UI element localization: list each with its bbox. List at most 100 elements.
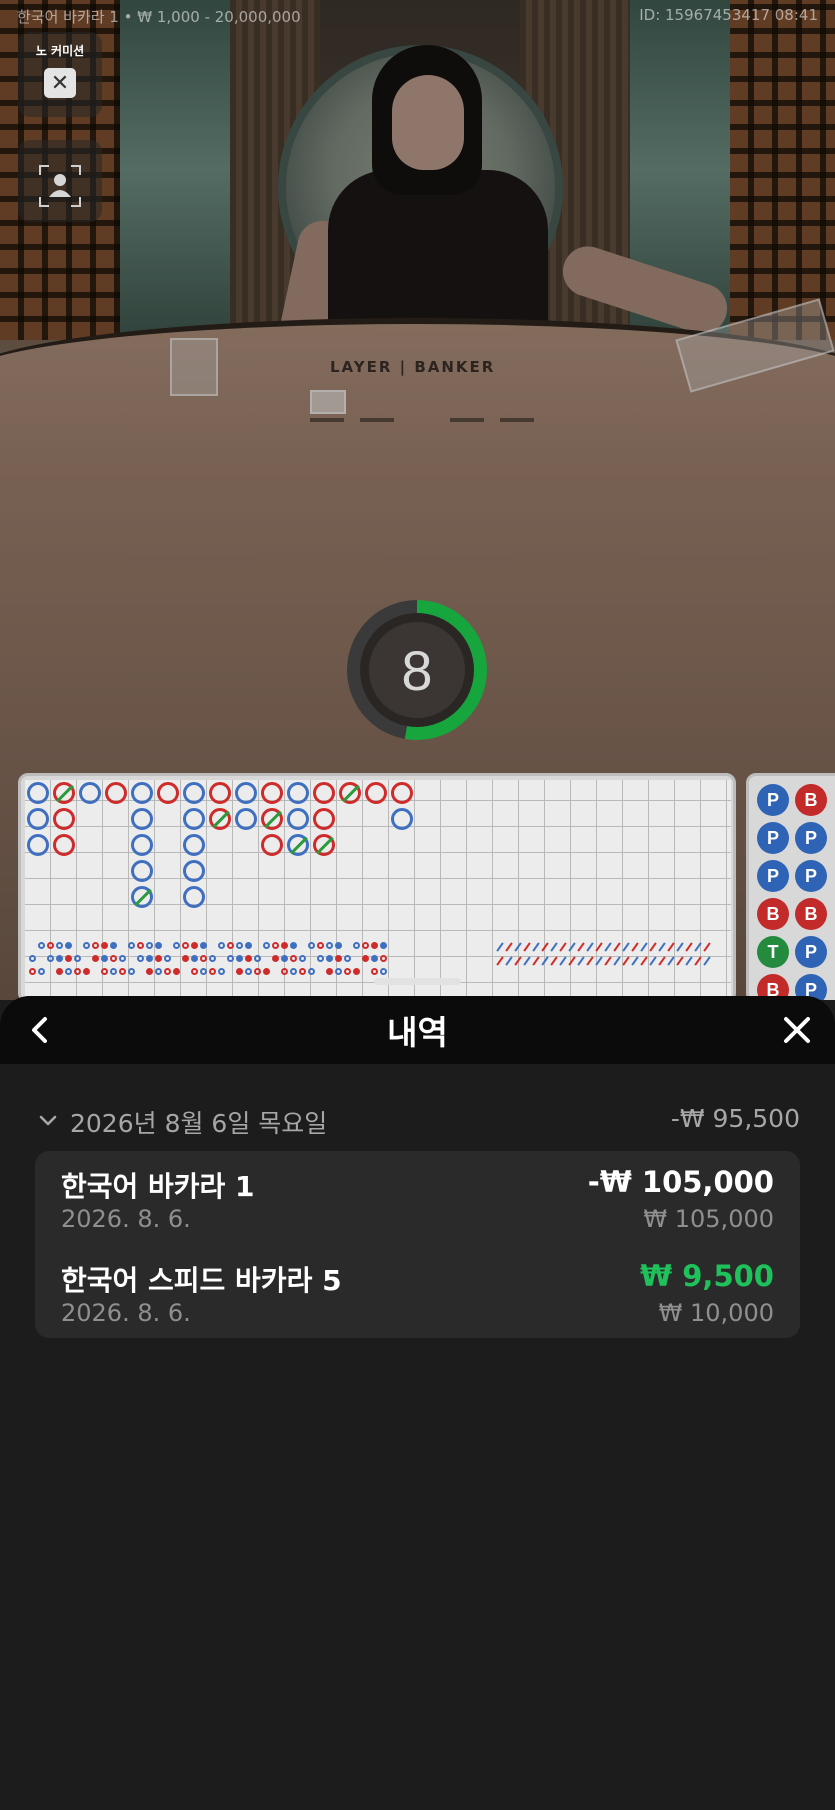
game-name: 한국어 바카라 1 [61, 1170, 255, 1203]
bead-ring [53, 808, 75, 830]
history-item[interactable]: 한국어 스피드 바카라 5 2026. 8. 6. ₩ 9,500 ₩ 10,0… [61, 1259, 774, 1329]
session-id: ID: 15967453417 08:41 [639, 6, 818, 24]
derived-road-dot [146, 968, 153, 975]
cockroach-road-mark [523, 942, 531, 952]
derived-road-dot [182, 955, 189, 962]
bead-ring [391, 808, 413, 830]
road-bead: P [795, 860, 827, 892]
derived-road-dot [128, 968, 135, 975]
derived-road-dot [227, 942, 234, 949]
derived-road-dot [272, 955, 279, 962]
chevron-left-icon [32, 1017, 47, 1043]
derived-road-dot [92, 955, 99, 962]
cockroach-road-mark [658, 956, 666, 966]
group-total: -₩ 95,500 [670, 1104, 800, 1133]
sheet-drag-handle[interactable] [374, 978, 461, 985]
cockroach-road-mark [532, 942, 540, 952]
cockroach-road-mark [604, 942, 612, 952]
derived-road-dot [110, 968, 117, 975]
bead-ring [183, 860, 205, 882]
derived-road-dot [209, 968, 216, 975]
derived-road-dot [137, 942, 144, 949]
cockroach-road-mark [577, 942, 585, 952]
bead-ring [131, 886, 153, 908]
cockroach-road-mark [514, 942, 522, 952]
road-bead: P [795, 936, 827, 968]
derived-road-dot [335, 942, 342, 949]
profile-frame-button[interactable] [18, 140, 102, 222]
derived-road-dot [56, 955, 63, 962]
bead-ring [79, 782, 101, 804]
bead-road-scoreboard[interactable] [18, 773, 736, 1000]
derived-road-dot [74, 968, 81, 975]
bead-ring [209, 782, 231, 804]
cockroach-road-mark [667, 942, 675, 952]
cockroach-road-mark [613, 942, 621, 952]
derived-road-dot [38, 942, 45, 949]
derived-road-dot [380, 942, 387, 949]
derived-road-dot [362, 942, 369, 949]
bead-ring [313, 834, 335, 856]
derived-road-dot [56, 968, 63, 975]
derived-road-dot [344, 968, 351, 975]
cockroach-road-mark [514, 956, 522, 966]
derived-road-dot [38, 968, 45, 975]
bet-date: 2026. 8. 6. [61, 1205, 191, 1233]
derived-road-dot [290, 942, 297, 949]
bead-ring [131, 834, 153, 856]
derived-road-dot [281, 942, 288, 949]
derived-road-dot [272, 942, 279, 949]
derived-road-dot [353, 942, 360, 949]
road-bead: P [757, 784, 789, 816]
cockroach-road-mark [658, 942, 666, 952]
derived-road-dot [326, 942, 333, 949]
cockroach-road-mark [694, 956, 702, 966]
derived-road-dot [326, 968, 333, 975]
derived-road-dot [128, 942, 135, 949]
cockroach-road-mark [640, 942, 648, 952]
cockroach-road-mark [559, 942, 567, 952]
derived-road-dot [191, 968, 198, 975]
derived-road-dot [173, 942, 180, 949]
sheet-header: 내역 [0, 996, 835, 1064]
derived-road-dot [218, 968, 225, 975]
close-button[interactable] [779, 1012, 815, 1048]
derived-road-dot [146, 942, 153, 949]
derived-road-dot [56, 942, 63, 949]
history-item[interactable]: 한국어 바카라 1 2026. 8. 6. -₩ 105,000 ₩ 105,0… [61, 1165, 774, 1235]
bet-date: 2026. 8. 6. [61, 1299, 191, 1327]
cockroach-road-mark [622, 942, 630, 952]
back-button[interactable] [22, 1012, 58, 1048]
bead-ring [235, 808, 257, 830]
derived-road-dot [317, 955, 324, 962]
cockroach-road-mark [649, 956, 657, 966]
derived-road-dot [200, 968, 207, 975]
close-icon[interactable]: ✕ [44, 68, 76, 98]
table-info: 한국어 바카라 1 • ₩ 1,000 - 20,000,000 [17, 8, 301, 26]
big-road-scoreboard[interactable]: PBPPPPBBTPBP [746, 773, 835, 1000]
cockroach-road-mark [631, 942, 639, 952]
road-bead: P [757, 822, 789, 854]
bead-ring [365, 782, 387, 804]
close-icon [784, 1017, 810, 1043]
bead-ring [339, 782, 361, 804]
cockroach-road-mark [586, 956, 594, 966]
cockroach-road-mark [703, 956, 711, 966]
no-commission-toggle[interactable]: 노 커미션 ✕ [18, 32, 102, 117]
bead-road-grid [25, 780, 731, 1000]
bead-ring [261, 834, 283, 856]
derived-road-dot [119, 968, 126, 975]
derived-road-dot [65, 968, 72, 975]
derived-road-dot [164, 968, 171, 975]
derived-road-dot [371, 942, 378, 949]
cockroach-road-mark [505, 942, 513, 952]
bead-ring [131, 808, 153, 830]
cockroach-road-mark [523, 956, 531, 966]
derived-road-dot [380, 968, 387, 975]
cockroach-road-mark [550, 956, 558, 966]
derived-road-dot [110, 955, 117, 962]
bet-result: ₩ 9,500 [640, 1259, 774, 1293]
countdown-timer: 8 [347, 600, 487, 740]
bead-ring [131, 782, 153, 804]
date-group-header[interactable]: 2026년 8월 6일 목요일 -₩ 95,500 [38, 1104, 800, 1138]
